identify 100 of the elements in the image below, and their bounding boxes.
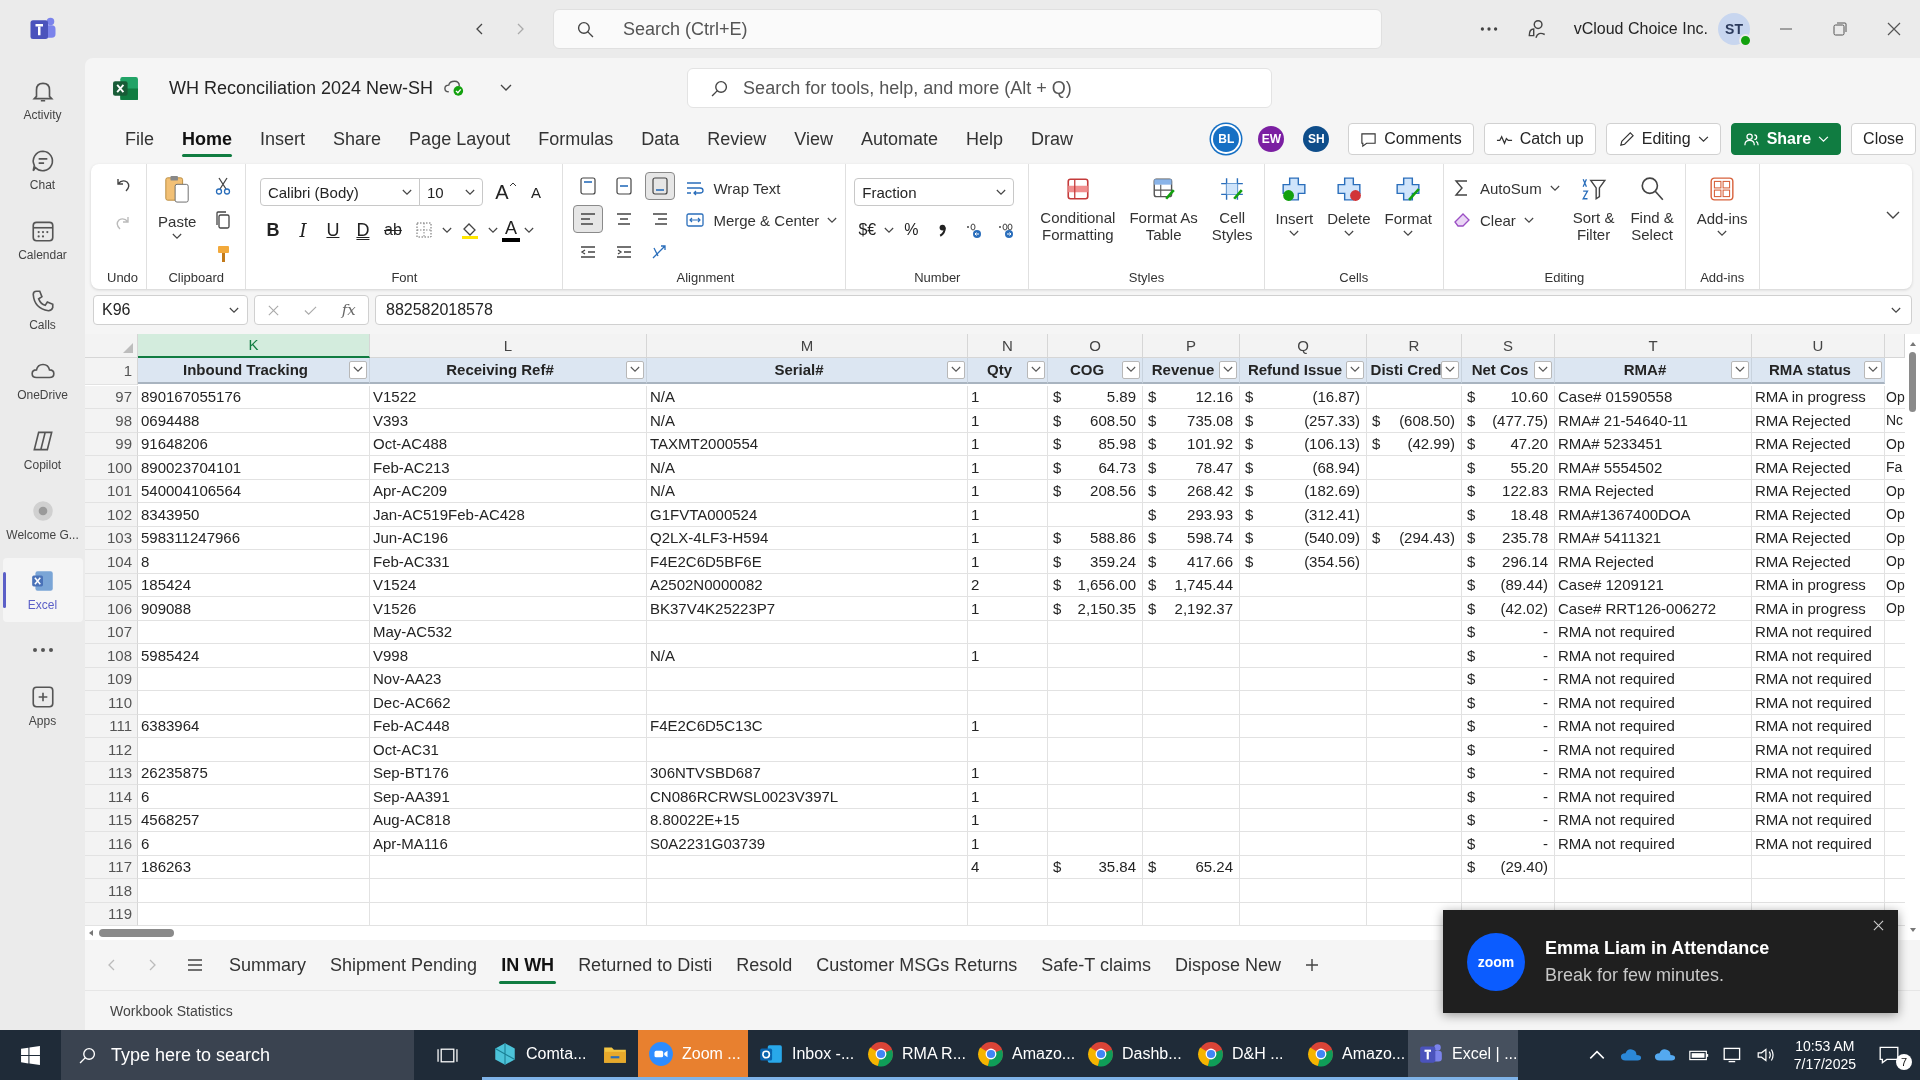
filter-dropdown-button[interactable]	[1027, 360, 1045, 379]
caret-icon[interactable]	[523, 226, 534, 234]
sheet-tab[interactable]: Returned to Disti	[566, 944, 725, 986]
add-sheet-icon[interactable]	[1305, 958, 1320, 972]
menu-tab[interactable]: Page Layout	[395, 120, 525, 158]
sheet-tab[interactable]: Shipment Pending	[318, 944, 490, 986]
share-button[interactable]: Share	[1730, 123, 1842, 155]
filter-dropdown-button[interactable]	[1731, 360, 1749, 379]
add-ins-button[interactable]: Add-ins	[1693, 172, 1751, 239]
sort-filter-button[interactable]: Sort & Filter	[1569, 172, 1618, 245]
wrap-text-button[interactable]: Wrap Text	[685, 178, 838, 198]
format-cells-button[interactable]: Format	[1381, 172, 1435, 239]
workbook-statistics-link[interactable]: Workbook Statistics	[110, 1002, 233, 1019]
formula-field[interactable]: 882582018578	[375, 295, 1912, 325]
column-header[interactable]: K	[138, 334, 370, 358]
menu-tab[interactable]: Insert	[246, 120, 320, 158]
row-number[interactable]: 110	[85, 691, 138, 715]
column-header[interactable]: Q	[1240, 334, 1367, 358]
row-number[interactable]: 107	[85, 620, 138, 644]
column-header[interactable]: U	[1752, 334, 1885, 358]
caret-icon[interactable]	[884, 226, 895, 234]
collaborator-avatar[interactable]: BL	[1213, 126, 1240, 152]
number-format-dropdown[interactable]: Fraction	[854, 178, 1015, 206]
rail-item[interactable]: Calendar	[2, 208, 83, 272]
scroll-thumb[interactable]	[1909, 352, 1916, 412]
scroll-thumb[interactable]	[99, 929, 174, 937]
row-number[interactable]: 114	[85, 785, 138, 809]
menu-tab[interactable]: Review	[693, 120, 781, 158]
row-number[interactable]: 101	[85, 479, 138, 503]
taskbar-app-button[interactable]: D&H ...	[1188, 1030, 1298, 1080]
column-header[interactable]: M	[647, 334, 968, 358]
insert-function-button[interactable]: fx	[341, 301, 356, 319]
delete-cells-button[interactable]: Delete	[1324, 172, 1374, 239]
autosum-button[interactable]: AutoSum	[1452, 178, 1560, 198]
filter-dropdown-button[interactable]	[1219, 360, 1237, 379]
row-number[interactable]: 118	[85, 879, 138, 903]
taskbar-app-button[interactable]: Amazo...	[968, 1030, 1078, 1080]
name-box[interactable]: K96	[93, 295, 248, 325]
caret-icon[interactable]	[500, 84, 513, 92]
row-number[interactable]: 108	[85, 644, 138, 668]
collaborator-avatar[interactable]: SH	[1303, 126, 1330, 152]
filter-dropdown-button[interactable]	[1864, 360, 1882, 379]
column-header[interactable]: O	[1048, 334, 1143, 358]
start-icon[interactable]	[20, 1044, 41, 1066]
scroll-up-icon[interactable]	[1908, 340, 1917, 348]
sheet-tab[interactable]: Summary	[217, 944, 318, 986]
scroll-down-icon[interactable]	[1908, 926, 1917, 934]
taskbar-app-button[interactable]: Excel | ...	[1408, 1030, 1518, 1080]
close-button[interactable]: Close	[1851, 123, 1916, 155]
menu-tab[interactable]: Draw	[1017, 120, 1088, 158]
rail-item[interactable]: Excel	[2, 558, 83, 622]
column-header[interactable]: R	[1367, 334, 1462, 358]
sheet-tab[interactable]: Resold	[724, 944, 805, 986]
merge-center-button[interactable]: Merge & Center	[685, 210, 838, 230]
check-icon[interactable]	[304, 303, 318, 317]
row-number[interactable]: 98	[85, 409, 138, 433]
cell-styles-button[interactable]: Cell Styles	[1208, 172, 1256, 245]
rail-item[interactable]: Calls	[2, 278, 83, 342]
row-number[interactable]: 1	[85, 357, 138, 385]
filter-dropdown-button[interactable]	[1122, 360, 1140, 379]
menu-tab[interactable]: Formulas	[524, 120, 628, 158]
rail-item[interactable]: Copilot	[2, 418, 83, 482]
row-number[interactable]: 100	[85, 456, 138, 480]
row-number[interactable]: 103	[85, 526, 138, 550]
taskbar-search-field[interactable]: Type here to search	[61, 1030, 414, 1080]
underline-button[interactable]: U	[319, 216, 346, 244]
column-header[interactable]: P	[1143, 334, 1240, 358]
filter-dropdown-button[interactable]	[1534, 360, 1552, 379]
rail-item[interactable]: Activity	[2, 68, 83, 132]
row-number[interactable]: 119	[85, 902, 138, 926]
row-number[interactable]: 104	[85, 550, 138, 574]
filter-dropdown-button[interactable]	[1441, 360, 1459, 379]
menu-tab[interactable]: File	[111, 120, 168, 158]
caret-icon[interactable]	[441, 226, 452, 234]
row-number[interactable]: 99	[85, 432, 138, 456]
percent-format-button[interactable]: %	[898, 216, 925, 244]
font-size-dropdown[interactable]: 10	[418, 178, 483, 206]
rail-item[interactable]: OneDrive	[2, 348, 83, 412]
currency-format-button[interactable]: $€	[854, 216, 881, 244]
column-header[interactable]: L	[370, 334, 647, 358]
sheet-tab[interactable]: Customer MSGs Returns	[804, 944, 1030, 986]
row-number[interactable]: 109	[85, 667, 138, 691]
row-number[interactable]: 105	[85, 573, 138, 597]
increase-font-size-button[interactable]: A	[492, 178, 519, 206]
menu-tab[interactable]: Automate	[847, 120, 953, 158]
conditional-formatting-button[interactable]: Conditional Formatting	[1037, 172, 1119, 245]
taskbar-app-button[interactable]: Comta...	[482, 1030, 592, 1080]
italic-button[interactable]: I	[289, 216, 316, 244]
row-number[interactable]: 116	[85, 832, 138, 856]
apps-button[interactable]: Apps	[2, 674, 83, 738]
column-header[interactable]: T	[1555, 334, 1752, 358]
search-field[interactable]: Search (Ctrl+E)	[553, 9, 1382, 49]
paste-button[interactable]: Paste	[155, 172, 200, 242]
search-field[interactable]: Search for tools, help, and more (Alt + Q)	[687, 68, 1273, 108]
row-number[interactable]: 117	[85, 855, 138, 879]
clock[interactable]: 10:53 AM 7/17/2025	[1793, 1036, 1856, 1074]
notification-center-button[interactable]: 7	[1876, 1040, 1912, 1070]
row-number[interactable]: 113	[85, 761, 138, 785]
row-number[interactable]: 111	[85, 714, 138, 738]
insert-cells-button[interactable]: Insert	[1272, 172, 1317, 239]
